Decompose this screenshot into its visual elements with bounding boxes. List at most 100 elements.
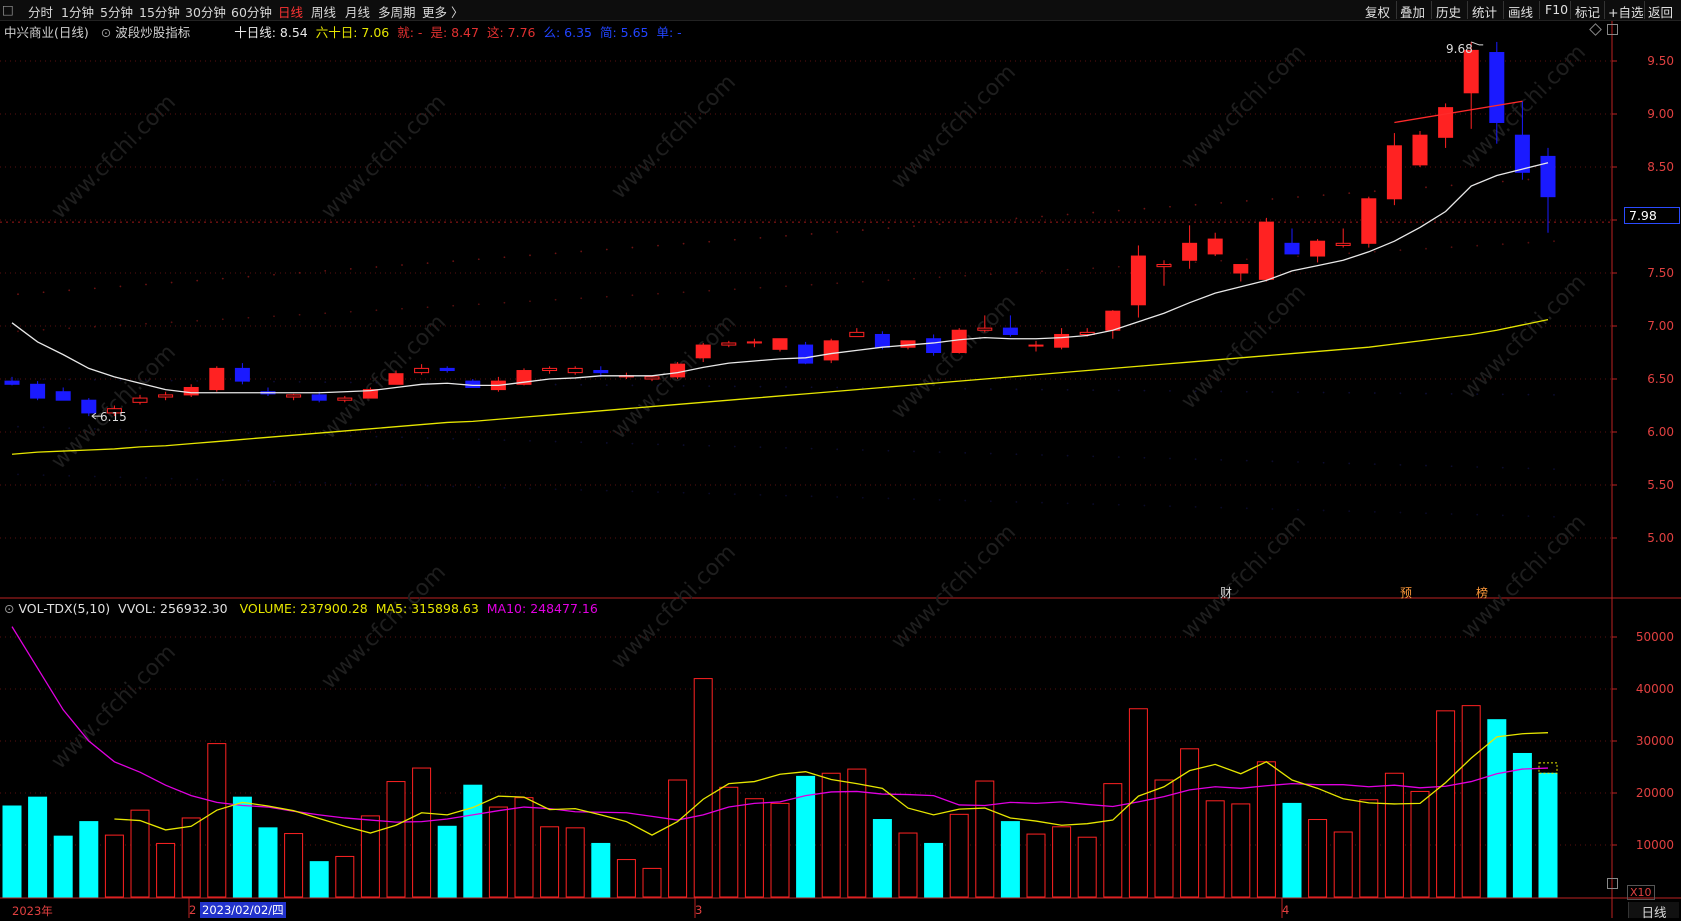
indicator-dot	[196, 478, 199, 481]
indicator-dot	[1015, 217, 1018, 220]
volume-bar	[693, 678, 713, 898]
candle-body	[1514, 134, 1530, 173]
add-watchlist-button[interactable]: +自选	[1608, 2, 1643, 21]
draw-line-button[interactable]: 画线	[1508, 2, 1533, 21]
volume-value: VOLUME: 237900.28	[239, 601, 368, 616]
marker-forecast[interactable]: 预	[1400, 584, 1412, 601]
tab-fenshi[interactable]: 分时	[28, 2, 53, 21]
back-button[interactable]: 返回	[1648, 2, 1673, 21]
volume-bar	[1026, 833, 1046, 898]
indicator-dot	[1527, 241, 1530, 244]
volume-tick-label: 40000	[1636, 682, 1674, 696]
volume-indicator-name[interactable]: VOL-TDX(5,10)	[18, 601, 110, 616]
date-month-2: 2	[189, 903, 197, 917]
indicator-dot	[247, 432, 250, 434]
candle-body	[1233, 264, 1249, 274]
indicator-dot	[657, 244, 659, 247]
indicator-dot	[1527, 393, 1530, 396]
tab-weekly[interactable]: 周线	[311, 2, 336, 21]
indicator-dot	[554, 383, 557, 386]
vol-ma10-value: MA10: 248477.16	[486, 601, 598, 616]
marker-finance[interactable]: 财	[1220, 584, 1232, 601]
tab-1min[interactable]: 1分钟	[61, 2, 94, 21]
tab-monthly[interactable]: 月线	[345, 2, 370, 21]
volume-tick-label: 50000	[1636, 630, 1674, 644]
indicator-dot	[657, 384, 659, 387]
volume-bar	[284, 833, 304, 898]
indicator-dot	[708, 289, 711, 292]
indicator-dot	[1041, 270, 1043, 273]
indicator-dot	[426, 437, 429, 439]
indicator-dot	[605, 489, 608, 492]
tab-more[interactable]: 更多 〉	[422, 2, 463, 21]
stock-title[interactable]: 中兴商业(日线)	[4, 25, 89, 40]
history-button[interactable]: 历史	[1436, 2, 1461, 21]
indicator-name[interactable]: 波段炒股指标	[115, 25, 190, 40]
indicator-dot	[426, 306, 429, 309]
period-tag[interactable]: 日线	[1628, 902, 1679, 920]
stats-button[interactable]: 统计	[1472, 2, 1497, 21]
mark-button[interactable]: 标记	[1575, 2, 1600, 21]
indicator-dot	[93, 475, 96, 478]
volume-bar	[642, 867, 662, 898]
indicator-dot	[401, 436, 403, 439]
indicator-dot	[119, 379, 122, 381]
indicator-dot	[1220, 259, 1223, 262]
indicator-dot	[1501, 466, 1504, 469]
indicator-dot	[375, 483, 378, 486]
tab-multi-period[interactable]: 多周期	[378, 2, 416, 21]
indicator-dot	[554, 440, 557, 443]
candle-body	[1105, 310, 1121, 331]
tab-60min[interactable]: 60分钟	[231, 2, 272, 21]
indicator-dot	[759, 385, 762, 388]
indicator-dot	[1450, 513, 1453, 515]
indicator-dot	[938, 223, 941, 226]
tab-5min[interactable]: 5分钟	[100, 2, 133, 21]
volume-toggle-icon[interactable]: ⊙	[4, 601, 14, 616]
indicator-dot	[1527, 178, 1530, 181]
price-tick-label: 8.50	[1647, 160, 1674, 174]
indicator-dot	[145, 322, 147, 325]
indicator-dot	[68, 327, 71, 330]
candle-body	[337, 397, 353, 401]
volume-bar	[770, 802, 790, 898]
indicator-dot	[1041, 215, 1043, 218]
indicator-dot	[1041, 501, 1043, 504]
indicator-dot	[42, 291, 45, 294]
candle-body	[55, 391, 71, 401]
indicator-dot	[1271, 198, 1274, 200]
candle-body	[1412, 134, 1428, 166]
tab-30min[interactable]: 30分钟	[185, 2, 226, 21]
current-price-label: 7.98	[1624, 207, 1680, 224]
indicator-dot	[477, 486, 480, 489]
volume-bar	[386, 781, 406, 898]
candle-body	[721, 342, 737, 346]
indicator-dot	[708, 240, 711, 243]
indicator-dot	[273, 432, 275, 435]
candle-body	[823, 340, 839, 361]
volume-tick-label: 30000	[1636, 734, 1674, 748]
scroll-icon[interactable]	[1607, 878, 1618, 889]
indicator-dot	[68, 427, 71, 430]
watermark-text: www.cfchi.com	[317, 90, 451, 224]
f10-button[interactable]: F10	[1545, 2, 1568, 17]
settings-icon[interactable]	[1607, 24, 1618, 35]
tab-15min[interactable]: 15分钟	[139, 2, 180, 21]
price-tick-label: 5.00	[1647, 531, 1674, 545]
kline-chart[interactable]: www.cfchi.com www.cfchi.com www.cfchi.com w…	[0, 0, 1681, 918]
indicator-dot	[1450, 392, 1453, 395]
date-month-4: 4	[1282, 903, 1290, 917]
overlay-button[interactable]: 叠加	[1400, 2, 1425, 21]
indicator-dot	[221, 431, 224, 434]
indicator-dot	[785, 447, 787, 449]
tab-daily[interactable]: 日线	[278, 2, 303, 21]
vvol-value: VVOL: 256932.30	[118, 601, 228, 616]
volume-bar	[1384, 772, 1404, 898]
indicator-dot	[452, 437, 455, 440]
volume-bar	[744, 798, 764, 898]
indicator-dot	[529, 300, 531, 303]
marker-rank[interactable]: 榜	[1476, 584, 1488, 601]
indicator-toggle-icon[interactable]: ⊙	[101, 25, 111, 40]
rights-adjust-button[interactable]: 复权	[1365, 2, 1390, 21]
indicator-dot	[861, 386, 864, 389]
